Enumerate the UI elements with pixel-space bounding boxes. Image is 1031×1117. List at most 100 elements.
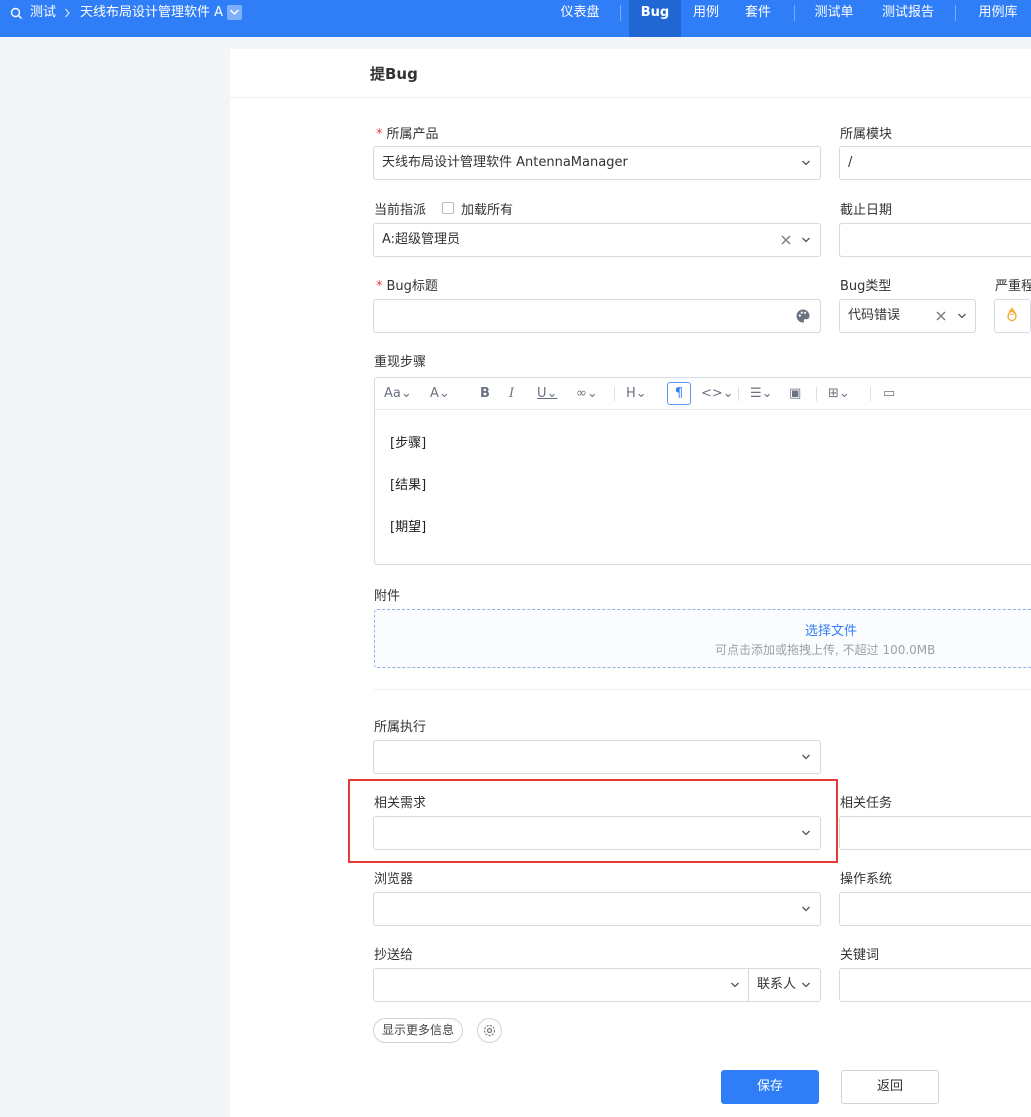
toolbar-divider [738,387,739,401]
nav-testtask[interactable]: 测试单 [804,0,864,37]
steps-label: 重现步骤 [374,355,427,370]
nav-testreport[interactable]: 测试报告 [868,0,948,37]
product-value: 天线布局设计管理软件 AntennaManager [382,155,628,170]
nav-bug[interactable]: Bug [629,0,681,37]
required-mark: * [376,127,383,142]
keywords-input[interactable] [839,968,1031,1002]
contacts-dropdown[interactable]: 联系人 [757,969,796,1001]
section-divider [374,689,1031,690]
panel-header: 提Bug [230,49,1031,98]
module-value: / [848,155,853,170]
assign-label: 当前指派 [374,203,427,218]
os-label: 操作系统 [840,872,893,887]
chevron-down-icon [958,313,966,319]
chevron-down-icon [230,9,239,15]
chevron-down-icon [802,160,810,166]
back-button[interactable]: 返回 [841,1070,939,1104]
severity-label: 严重程 [995,279,1031,294]
code-icon[interactable]: <>⌄ [701,385,734,403]
bug-type-select[interactable]: 代码错误 [839,299,976,333]
nav-suite[interactable]: 套件 [735,0,781,37]
story-label: 相关需求 [374,796,427,811]
gear-icon [483,1024,496,1037]
attachment-label: 附件 [374,589,401,604]
steps-editor[interactable]: Aa⌄ A⌄ B I U⌄ ∞⌄ H⌄ ¶ <>⌄ ☰⌄ ▣ ⊞⌄ ▭ [步骤]… [374,377,1031,565]
nav-divider [620,5,621,21]
load-all-checkbox[interactable] [442,202,454,214]
save-button[interactable]: 保存 [721,1070,819,1104]
required-mark: * [376,279,383,294]
create-bug-panel: 提Bug * 所属产品 天线布局设计管理软件 AntennaManager 所属模… [230,49,1031,1117]
breadcrumb-test[interactable]: 测试 [30,0,56,26]
underline-icon[interactable]: U⌄ [537,385,557,403]
browser-label: 浏览器 [374,872,414,887]
assign-value: A:超级管理员 [382,232,461,247]
nav-dashboard[interactable]: 仪表盘 [548,0,612,37]
chevron-down-icon [731,982,739,988]
product-label: * 所属产品 [376,123,439,142]
module-label: 所属模块 [840,127,893,142]
show-more-info-button[interactable]: 显示更多信息 [373,1018,463,1043]
italic-icon[interactable]: I [509,385,514,403]
toolbar-divider [816,387,817,401]
bug-title-label-text: Bug标题 [386,279,438,294]
cc-select[interactable]: 联系人 [373,968,821,1002]
deadline-input[interactable] [839,223,1031,257]
page-title: 提Bug [370,65,418,83]
chevron-down-icon [802,830,810,836]
task-select[interactable] [839,816,1031,850]
product-label-text: 所属产品 [386,127,439,142]
assign-select[interactable]: A:超级管理员 [373,223,821,257]
search-icon[interactable] [10,7,23,20]
nav-testcase[interactable]: 用例 [683,0,729,37]
execution-select[interactable] [373,740,821,774]
upload-hint: 可点击添加或拖拽上传, 不超过 100.0MB [715,643,936,657]
choose-file-link[interactable]: 选择文件 [805,620,857,639]
severity-select[interactable]: 3 [994,299,1031,333]
chevron-down-icon [802,754,810,760]
table-icon[interactable]: ⊞⌄ [828,385,850,403]
nav-divider [794,5,795,21]
editor-steps-line: [步骤] [390,436,427,451]
paragraph-icon[interactable]: ¶ [667,382,691,405]
nav-caselib[interactable]: 用例库 [966,0,1030,37]
palette-icon[interactable] [795,308,811,324]
bug-title-input[interactable] [373,299,821,333]
clear-icon[interactable] [935,310,947,322]
clear-icon[interactable] [780,234,792,246]
os-select[interactable] [839,892,1031,926]
settings-button[interactable] [477,1018,502,1043]
product-select[interactable]: 天线布局设计管理软件 AntennaManager [373,146,821,180]
field-divider [748,969,749,1001]
file-upload-zone[interactable]: 选择文件 可点击添加或拖拽上传, 不超过 100.0MB [374,609,1031,668]
text-color-icon[interactable]: A⌄ [430,385,450,403]
chevron-down-icon [802,982,810,988]
severity-value: 3 [1009,308,1015,318]
load-all-label[interactable]: 加载所有 [461,199,513,218]
deadline-label: 截止日期 [840,203,893,218]
chevron-down-icon [802,906,810,912]
bug-title-label: * Bug标题 [376,275,438,294]
module-select[interactable]: / [839,146,1031,180]
toolbar-divider [614,387,615,401]
execution-label: 所属执行 [374,720,427,735]
editor-toolbar: Aa⌄ A⌄ B I U⌄ ∞⌄ H⌄ ¶ <>⌄ ☰⌄ ▣ ⊞⌄ ▭ [375,378,1031,410]
keywords-label: 关键词 [840,948,880,963]
image-icon[interactable]: ▣ [789,385,801,403]
link-icon[interactable]: ∞⌄ [576,385,598,403]
product-switch-button[interactable] [227,5,242,20]
editor-expect-line: [期望] [390,520,427,535]
template-icon[interactable]: ▭ [883,385,895,403]
heading-icon[interactable]: H⌄ [626,385,647,403]
bug-type-value: 代码错误 [848,308,901,323]
story-select[interactable] [373,816,821,850]
top-navbar: 测试 天线布局设计管理软件 A 仪表盘 Bug 用例 套件 测试单 测试报告 用… [0,0,1031,37]
breadcrumb-product[interactable]: 天线布局设计管理软件 A [80,0,223,26]
task-label: 相关任务 [840,796,893,811]
browser-select[interactable] [373,892,821,926]
bold-icon[interactable]: B [480,385,490,403]
list-icon[interactable]: ☰⌄ [750,385,773,403]
cc-label: 抄送给 [374,948,414,963]
toolbar-divider [870,387,871,401]
font-size-icon[interactable]: Aa⌄ [384,385,412,403]
